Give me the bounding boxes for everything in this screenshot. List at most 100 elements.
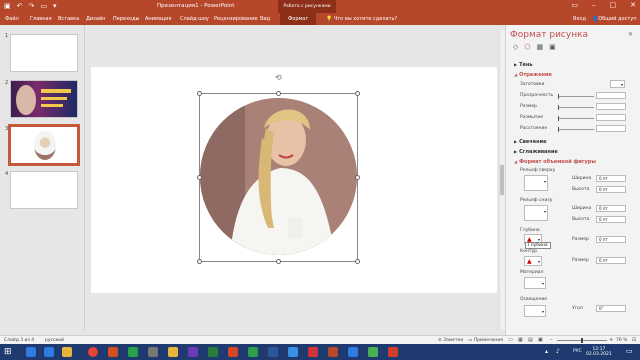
taskbar-app-icon[interactable] [348,347,358,357]
bottom-height-field[interactable]: 0 пт [596,216,626,223]
slide-thumb-4[interactable] [10,171,78,209]
tab-transitions[interactable]: Переходы [113,16,140,22]
tab-format[interactable]: Формат [280,13,317,25]
taskbar-app-icon[interactable] [368,347,378,357]
effects-icon[interactable]: ⬠ [524,43,530,51]
tab-view[interactable]: Вид [260,16,270,22]
language-indicator[interactable]: русский [45,338,64,343]
tab-slideshow[interactable]: Слайд-шоу [180,16,209,22]
circular-portrait-photo[interactable] [200,98,357,255]
notifications-icon[interactable]: ▭ [626,347,633,355]
network-icon[interactable]: ▴ [545,348,548,355]
size-field[interactable] [596,103,626,110]
depth-size-field[interactable]: 0 пт [596,236,626,243]
notes-button[interactable]: ≡ Заметки [438,338,463,343]
ribbon-options-icon[interactable]: ▭ [571,1,578,9]
tab-animation[interactable]: Анимация [145,16,171,22]
comments-button[interactable]: ▭ Примечания [468,338,503,343]
taskbar-app-icon[interactable] [208,347,218,357]
transparency-slider[interactable] [558,94,594,99]
zoom-in-icon[interactable]: + [609,337,613,343]
scrollbar-thumb[interactable] [500,165,504,195]
bottom-width-field[interactable]: 0 пт [596,205,626,212]
resize-handle-e[interactable] [355,175,360,180]
sign-in-link[interactable]: Вход [573,16,586,22]
minimize-icon[interactable]: – [592,1,596,9]
section-reflection[interactable]: ◢ Отражение [514,72,552,78]
taskbar-word-icon[interactable] [268,347,278,357]
undo-icon[interactable]: ↶ [17,2,23,11]
section-3d-format[interactable]: ◢ Формат объемной фигуры [514,159,596,165]
top-height-field[interactable]: 0 пт [596,186,626,193]
zoom-slider[interactable] [557,338,607,343]
close-icon[interactable]: ✕ [630,1,636,9]
tab-file[interactable]: Файл [5,16,19,22]
qat-more-icon[interactable]: ▾ [53,2,57,11]
zoom-out-icon[interactable]: – [550,337,553,343]
size-slider[interactable] [558,105,594,110]
taskbar-app-icon[interactable] [328,347,338,357]
tab-design[interactable]: Дизайн [86,16,105,22]
taskbar-excel-icon[interactable] [248,347,258,357]
resize-handle-se[interactable] [355,259,360,264]
taskbar-app-icon[interactable] [288,347,298,357]
language-indicator[interactable]: РУС [573,349,582,354]
taskbar-chrome-icon[interactable] [88,347,98,357]
transparency-field[interactable] [596,92,626,99]
contour-size-field[interactable]: 0 пт [596,257,626,264]
fit-slide-icon[interactable]: ⊡ [632,337,636,343]
taskbar-app-icon[interactable] [108,347,118,357]
bottom-bevel-dropdown[interactable]: ▾ [524,205,548,221]
system-clock[interactable]: 12:17 02.03.2021 [586,347,612,357]
windows-start-icon[interactable]: ⊞ [4,347,14,357]
taskbar-app-icon[interactable] [44,347,54,357]
resize-handle-s[interactable] [276,259,281,264]
rotate-handle-icon[interactable]: ⟲ [275,73,282,82]
view-normal-icon[interactable]: ▭ [508,337,513,343]
slide-thumb-1[interactable] [10,34,78,72]
blur-slider[interactable] [558,116,594,121]
blur-field[interactable] [596,114,626,121]
angle-field[interactable]: 0° [596,305,626,312]
size-properties-icon[interactable]: ▦ [536,43,543,51]
section-glow[interactable]: ▶ Свечение [514,139,546,145]
resize-handle-n[interactable] [276,91,281,96]
tab-insert[interactable]: Вставка [58,16,79,22]
resize-handle-nw[interactable] [197,91,202,96]
distance-field[interactable] [596,125,626,132]
presets-dropdown[interactable]: ▾ [610,80,625,88]
resize-handle-ne[interactable] [355,91,360,96]
redo-icon[interactable]: ↷ [29,2,35,11]
save-icon[interactable]: ▣ [4,2,11,11]
taskbar-app-icon[interactable] [308,347,318,357]
section-shadow[interactable]: ▶ Тень [514,62,533,68]
resize-handle-w[interactable] [197,175,202,180]
contour-color-picker[interactable]: ▲ ▾ [524,256,542,266]
tab-review[interactable]: Рецензирование [214,16,258,22]
distance-slider[interactable] [558,127,594,132]
taskbar-folder-icon[interactable] [62,347,72,357]
zoom-level[interactable]: 76 % [616,338,627,343]
top-bevel-dropdown[interactable]: ▾ [524,175,548,191]
tab-home[interactable]: Главная [30,16,52,22]
fill-line-icon[interactable]: ◇ [513,43,518,51]
taskbar-app-icon[interactable] [388,347,398,357]
material-dropdown[interactable]: ▾ [524,277,546,289]
top-width-field[interactable]: 0 пт [596,175,626,182]
lighting-dropdown[interactable]: ▾ [524,305,546,317]
maximize-icon[interactable]: □ [610,1,617,9]
taskbar-app-icon[interactable] [188,347,198,357]
view-reading-icon[interactable]: ▤ [528,337,533,343]
taskbar-app-icon[interactable] [128,347,138,357]
resize-handle-sw[interactable] [197,259,202,264]
taskbar-app-icon[interactable] [168,347,178,357]
slide-thumb-3[interactable] [8,124,80,166]
taskbar-app-icon[interactable] [148,347,158,357]
share-button[interactable]: 👤Общий доступ [592,16,636,22]
pane-close-icon[interactable]: ✕ [628,31,633,38]
taskbar-powerpoint-icon[interactable] [228,347,238,357]
view-slideshow-icon[interactable]: ▣ [538,337,543,343]
volume-icon[interactable]: ♪ [556,348,560,355]
tell-me-search[interactable]: 💡 Что вы хотите сделать? [326,16,397,22]
view-sorter-icon[interactable]: ▦ [518,337,523,343]
